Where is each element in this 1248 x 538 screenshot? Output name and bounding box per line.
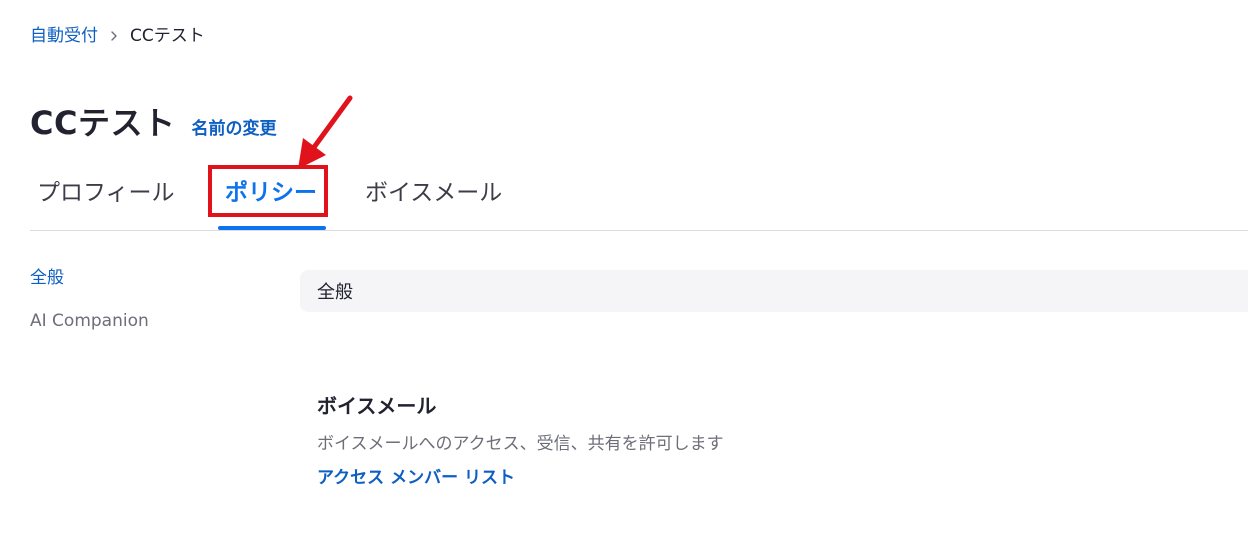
- annotation-highlight-box: [208, 165, 328, 217]
- section-header-label: 全般: [317, 282, 353, 303]
- page-title: CCテスト: [30, 104, 176, 142]
- setting-title: ボイスメール: [317, 394, 437, 418]
- tab-voicemail[interactable]: ボイスメール: [365, 176, 502, 210]
- access-member-list-link[interactable]: アクセス メンバー リスト: [317, 466, 724, 490]
- breadcrumb-current: CCテスト: [130, 26, 205, 46]
- page: 自動受付 CCテスト CCテスト 名前の変更 プロフィール ポリシー ボイスメー…: [0, 0, 1248, 538]
- annotation-arrow-icon: [298, 95, 353, 169]
- side-nav: 全般 AI Companion: [30, 266, 149, 333]
- tab-bar: プロフィール ポリシー ボイスメール: [30, 165, 1248, 231]
- tab-profile[interactable]: プロフィール: [37, 176, 175, 210]
- side-nav-item-general[interactable]: 全般: [30, 266, 149, 290]
- title-row: CCテスト 名前の変更: [30, 98, 276, 144]
- side-nav-item-ai-companion[interactable]: AI Companion: [30, 309, 149, 333]
- breadcrumb: 自動受付 CCテスト: [30, 24, 205, 48]
- setting-description: ボイスメールへのアクセス、受信、共有を許可します: [317, 434, 724, 454]
- section-header: 全般: [300, 270, 1248, 312]
- breadcrumb-parent-link[interactable]: 自動受付: [30, 24, 98, 48]
- active-tab-indicator: [218, 226, 326, 230]
- rename-link[interactable]: 名前の変更: [191, 114, 276, 139]
- voicemail-setting: ボイスメール ボイスメールへのアクセス、受信、共有を許可します アクセス メンバ…: [317, 392, 724, 490]
- chevron-right-icon: [110, 29, 118, 43]
